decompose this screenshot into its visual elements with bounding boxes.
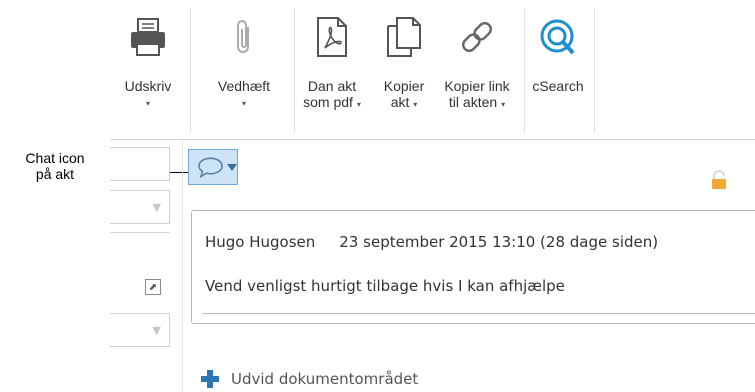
copy-document-dropdown-arrow[interactable]: ▾ xyxy=(413,100,417,109)
panel-divider xyxy=(182,140,183,392)
create-pdf-button[interactable]: Dan akt som pdf ▾ xyxy=(296,8,368,133)
csearch-button[interactable]: cSearch xyxy=(528,8,588,133)
copy-document-button[interactable]: Kopier akt ▾ xyxy=(376,8,432,133)
pdf-document-icon xyxy=(308,8,356,66)
print-dropdown-arrow[interactable]: ▾ xyxy=(146,96,150,112)
copy-link-label: Kopier link til akten ▾ xyxy=(444,78,509,113)
attach-dropdown-arrow[interactable]: ▾ xyxy=(242,96,246,112)
copy-document-icon xyxy=(380,8,428,66)
left-panel-dropdown[interactable]: ▼ xyxy=(110,190,170,224)
csearch-label: cSearch xyxy=(532,78,584,94)
ribbon-separator xyxy=(190,8,191,133)
expand-document-area-link[interactable]: Udvid dokumentområdet xyxy=(201,370,418,388)
chat-message-header: Hugo Hugosen 23 september 2015 13:10 (28 … xyxy=(205,233,658,251)
paperclip-icon xyxy=(220,8,268,66)
callout-label-line2: på akt xyxy=(35,166,75,182)
plus-icon xyxy=(201,370,219,388)
print-label: Udskriv xyxy=(124,78,172,94)
copy-link-label-line1: Kopier link xyxy=(444,78,510,94)
lock-icon xyxy=(710,170,728,194)
copy-document-label-line2: akt ▾ xyxy=(390,94,418,110)
chat-bubble-icon xyxy=(198,157,223,179)
chat-timestamp: 23 september 2015 13:10 (28 dage siden) xyxy=(339,233,659,251)
expand-document-area-label: Udvid dokumentområdet xyxy=(231,370,419,388)
chat-button[interactable] xyxy=(188,149,238,185)
attach-button[interactable]: Vedhæft ▾ xyxy=(200,8,288,133)
callout-label: Chat icon på akt xyxy=(0,150,110,182)
ribbon-separator xyxy=(294,8,295,133)
create-pdf-label-line1: Dan akt xyxy=(307,78,357,94)
chat-message-box: Hugo Hugosen 23 september 2015 13:10 (28 … xyxy=(191,210,755,324)
copy-document-label: Kopier akt ▾ xyxy=(384,78,424,113)
left-panel-dropdown[interactable]: ▼ xyxy=(110,313,170,347)
create-pdf-label: Dan akt som pdf ▾ xyxy=(303,78,361,113)
create-pdf-label-line2: som pdf ▾ xyxy=(303,94,361,110)
link-icon xyxy=(453,8,501,66)
csearch-icon xyxy=(534,8,582,66)
create-pdf-dropdown-arrow[interactable]: ▾ xyxy=(357,100,361,109)
print-button[interactable]: Udskriv ▾ xyxy=(114,8,182,133)
chat-message-text: Vend venligst hurtigt tilbage hvis I kan… xyxy=(205,277,565,295)
chat-input-line[interactable] xyxy=(202,313,755,314)
copy-link-label-line2: til akten ▾ xyxy=(448,94,506,110)
copy-link-button[interactable]: Kopier link til akten ▾ xyxy=(434,8,520,133)
ribbon-toolbar: Udskriv ▾ Vedhæft ▾ Dan akt som pdf ▾ Ko… xyxy=(110,0,755,140)
left-panel-divider xyxy=(110,232,170,233)
external-open-icon[interactable]: ⬈ xyxy=(145,279,161,295)
attach-label: Vedhæft xyxy=(217,78,271,94)
ribbon-separator xyxy=(594,8,595,133)
chat-dropdown-caret[interactable] xyxy=(227,163,237,171)
printer-icon xyxy=(124,8,172,66)
left-panel-field[interactable] xyxy=(110,147,170,181)
chat-author: Hugo Hugosen xyxy=(205,233,316,251)
copy-link-dropdown-arrow[interactable]: ▾ xyxy=(501,100,505,109)
ribbon-separator xyxy=(524,8,525,133)
callout-label-line1: Chat icon xyxy=(25,150,85,166)
copy-document-label-line1: Kopier xyxy=(383,78,425,94)
